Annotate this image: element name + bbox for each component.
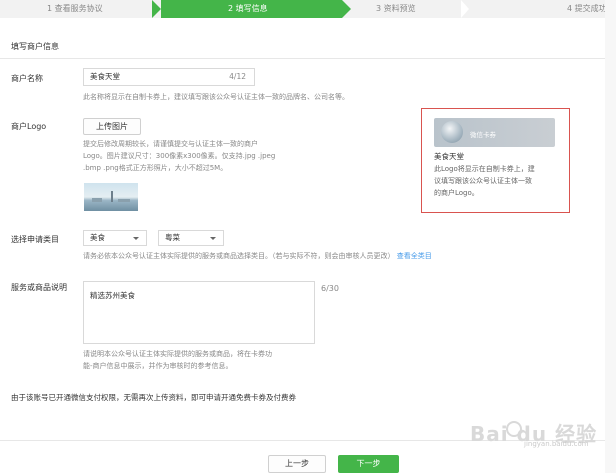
merchant-logo-hint-line: .bmp .png格式正方形照片，大小不超过5M。 [83,164,228,172]
merchant-logo-label: 商户Logo [11,122,47,131]
steps-bar: 1 查看服务协议 2 填写信息 3 资料预览 4 提交成功 [0,0,616,18]
chevron-down-icon [210,237,216,240]
merchant-name-label: 商户名称 [11,74,43,83]
category-secondary-select[interactable]: 粤菜 [158,230,224,246]
category-hint: 请务必依本公众号认证主体实际提供的服务或商品选择类目。（若与实际不符，则会由审核… [83,250,432,262]
merchant-name-hint: 此名称将显示在自制卡券上，建议填写跟该公众号认证主体一致的品牌名、公司名等。 [83,93,349,101]
watermark-url: jingyan.baidu.com [524,440,589,448]
preview-description-line: 议填写跟该公众号认证主体一致 [434,177,532,185]
description-label: 服务或商品说明 [11,283,67,292]
card-logo-image [441,121,463,143]
payment-notice: 由于该账号已开通微信支付权限，无需再次上传资料，即可申请开通免费卡券及付费券 [11,393,296,402]
preview-merchant-name: 美食天堂 [434,152,464,161]
right-scroll-area [605,0,616,473]
merchant-name-counter: 4/12 [229,72,246,81]
preview-description: 此Logo将显示在自制卡券上，建 议填写跟该公众号认证主体一致 的商户Logo。 [434,163,535,199]
category-primary-value: 美食 [90,233,105,242]
divider [0,58,605,59]
description-counter: 6/30 [321,284,339,293]
chevron-down-icon [133,237,139,240]
thumbnail-tower [111,191,113,202]
description-hint-line: 能-商户信息中展示，并作为审核时的参考信息。 [83,362,233,370]
merchant-name-value: 美食天堂 [90,72,120,81]
card-title: 微信卡券 [470,131,496,139]
category-hint-text: 请务必依本公众号认证主体实际提供的服务或商品选择类目。（若与实际不符，则会由审核… [83,252,395,260]
description-value: 精选苏州美食 [90,291,135,300]
uploaded-logo-thumbnail [84,183,138,211]
preview-description-line: 此Logo将显示在自制卡券上，建 [434,165,535,173]
description-textarea[interactable]: 精选苏州美食 [83,281,315,344]
thumbnail-building [92,198,102,202]
section-title: 填写商户信息 [11,42,59,51]
description-hint-line: 请说明本公众号认证主体实际提供的服务或商品，将在卡券功 [83,350,272,358]
category-label: 选择申请类目 [11,235,59,244]
merchant-name-input[interactable]: 美食天堂 4/12 [83,68,255,86]
step-3: 3 资料预览 [376,4,416,13]
category-secondary-value: 粤菜 [165,233,180,242]
next-step-button[interactable]: 下一步 [338,455,399,473]
previous-step-button[interactable]: 上一步 [268,455,326,473]
preview-description-line: 的商户Logo。 [434,189,479,197]
upload-image-button[interactable]: 上传图片 [83,118,141,135]
description-hint: 请说明本公众号认证主体实际提供的服务或商品，将在卡券功 能-商户信息中展示，并作… [83,348,272,372]
merchant-logo-hint-line: 提交后修改周期较长，请谨慎提交与认证主体一致的商户 [83,140,258,148]
merchant-logo-hint-line: Logo。图片建议尺寸：300像素x300像素。仅支持.jpg .jpeg [83,152,276,160]
thumbnail-building [118,199,130,202]
view-all-categories-link[interactable]: 查看全类目 [397,252,432,260]
category-primary-select[interactable]: 美食 [83,230,147,246]
step-1: 1 查看服务协议 [47,4,103,13]
merchant-logo-hint: 提交后修改周期较长，请谨慎提交与认证主体一致的商户 Logo。图片建议尺寸：30… [83,138,275,174]
step-separator [461,0,469,18]
step-2: 2 填写信息 [228,4,268,13]
step-4: 4 提交成功 [567,4,607,13]
